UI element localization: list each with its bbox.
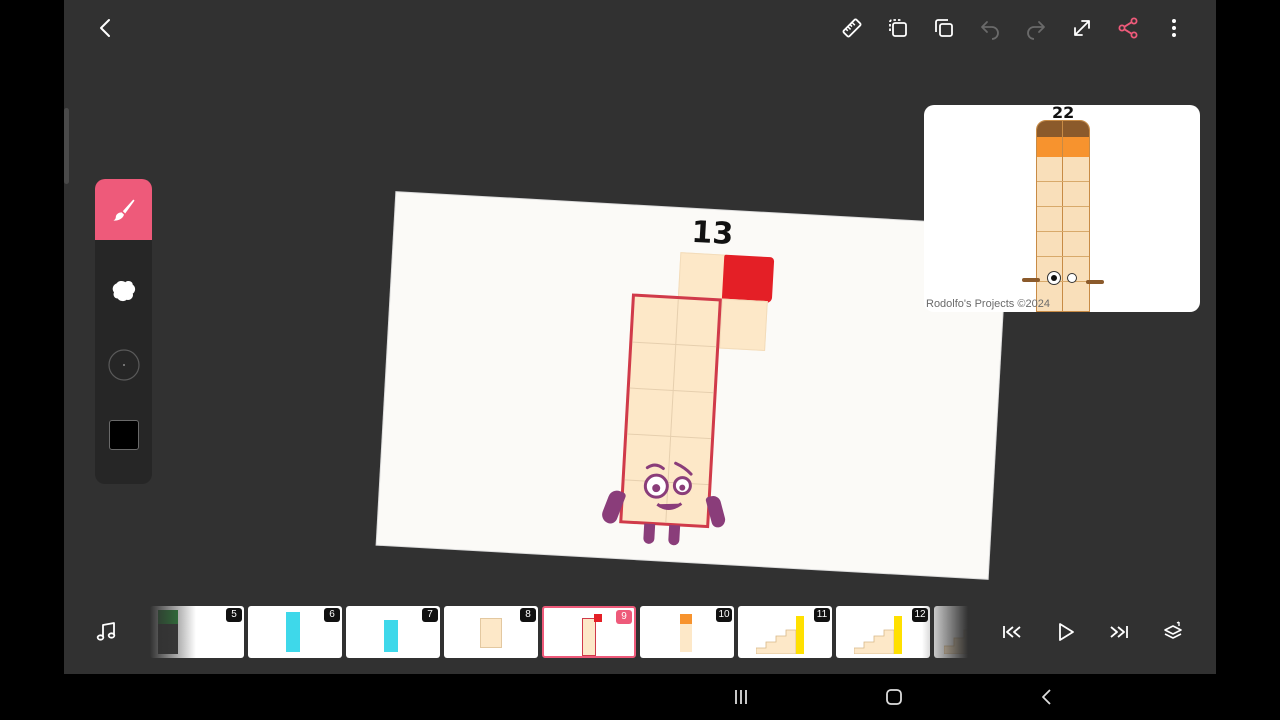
play-button[interactable] (1045, 612, 1085, 652)
skip-first-icon (1003, 626, 1021, 638)
home-icon (886, 689, 902, 705)
system-back-button[interactable] (1032, 682, 1062, 712)
frame-number: 12 (912, 608, 928, 622)
recents-icon (735, 690, 747, 704)
drawing-canvas[interactable]: 13 (376, 192, 1008, 579)
more-vertical-icon (1172, 19, 1176, 37)
timeline-frame[interactable]: 10 (640, 606, 734, 658)
preview-character (1036, 120, 1090, 312)
duplicate-frame-icon (935, 19, 953, 37)
character-right-leg (668, 524, 681, 546)
eraser-tool-button[interactable] (95, 261, 152, 321)
frame-number: 10 (716, 608, 732, 622)
frame-thumbnail (854, 616, 902, 654)
more-options-button[interactable] (1154, 8, 1194, 48)
undo-button[interactable] (970, 8, 1010, 48)
animation-app: 13 22 Rodolfo's Projects ©2024 5 6 7 8 9… (64, 0, 1216, 674)
ruler-icon (842, 18, 862, 38)
character-body (619, 293, 722, 529)
expand-icon (1074, 20, 1090, 36)
frame-number: 8 (520, 608, 536, 622)
back-chevron-icon (100, 19, 110, 37)
brush-icon (113, 199, 134, 221)
color-picker-button[interactable] (95, 405, 152, 465)
home-button[interactable] (879, 682, 909, 712)
frame-number: 11 (814, 608, 830, 622)
timeline-frame[interactable]: 8 (444, 606, 538, 658)
timeline-bar: 5 6 7 8 9 10 11 12 (64, 600, 1216, 664)
skip-to-first-button[interactable] (992, 612, 1032, 652)
timeline-frame[interactable]: 7 (346, 606, 440, 658)
character-face (643, 461, 693, 510)
duplicate-frame-button[interactable] (924, 8, 964, 48)
layers-button[interactable] (1153, 612, 1193, 652)
timeline-frame[interactable]: 6 (248, 606, 342, 658)
character-number-label: 13 (690, 214, 735, 253)
expand-button[interactable] (1062, 8, 1102, 48)
back-icon (1042, 689, 1051, 705)
redo-icon (1027, 21, 1045, 40)
recents-button[interactable] (726, 682, 756, 712)
brush-tool-button[interactable] (95, 179, 152, 240)
music-button[interactable] (86, 612, 126, 652)
frame-strip[interactable]: 5 6 7 8 9 10 11 12 (150, 606, 968, 660)
eraser-blob-icon (112, 280, 135, 302)
frame-number: 9 (616, 610, 632, 624)
character-top-block (677, 252, 727, 301)
preview-window[interactable]: 22 Rodolfo's Projects ©2024 (924, 105, 1200, 312)
skip-last-icon (1110, 626, 1128, 638)
frame-number: 6 (324, 608, 340, 622)
tool-palette (95, 179, 152, 484)
frame-number: 7 (422, 608, 438, 622)
timeline-frame-selected[interactable]: 9 (542, 606, 636, 658)
timeline-frame[interactable] (934, 606, 968, 658)
color-swatch (108, 420, 139, 450)
frame-thumbnail (944, 629, 968, 654)
ruler-button[interactable] (832, 8, 872, 48)
timeline-frame[interactable]: 11 (738, 606, 832, 658)
back-button[interactable] (86, 8, 126, 48)
skip-to-last-button[interactable] (1099, 612, 1139, 652)
side-scroll-handle[interactable] (64, 108, 69, 184)
preview-left-arm (1022, 278, 1040, 282)
undo-icon (981, 21, 999, 40)
redo-button[interactable] (1016, 8, 1056, 48)
system-nav-bar (0, 674, 1280, 720)
preview-credit: Rodolfo's Projects ©2024 (926, 298, 1050, 310)
copy-frame-button[interactable] (878, 8, 918, 48)
play-icon (1059, 623, 1074, 641)
brush-size-button[interactable] (95, 335, 152, 395)
frame-thumbnail (756, 616, 804, 654)
character-side-block (719, 298, 768, 352)
share-icon (1118, 17, 1138, 39)
brush-size-dot (107, 349, 140, 381)
music-icon (96, 622, 116, 641)
frame-number: 5 (226, 608, 242, 622)
layers-icon (1164, 621, 1182, 639)
copy-frame-icon (889, 19, 907, 37)
preview-right-arm (1086, 280, 1104, 284)
timeline-frame[interactable]: 12 (836, 606, 930, 658)
character-left-leg (643, 523, 656, 545)
share-button[interactable] (1108, 8, 1148, 48)
character-flag (721, 254, 775, 304)
timeline-frame[interactable]: 5 (150, 606, 244, 658)
